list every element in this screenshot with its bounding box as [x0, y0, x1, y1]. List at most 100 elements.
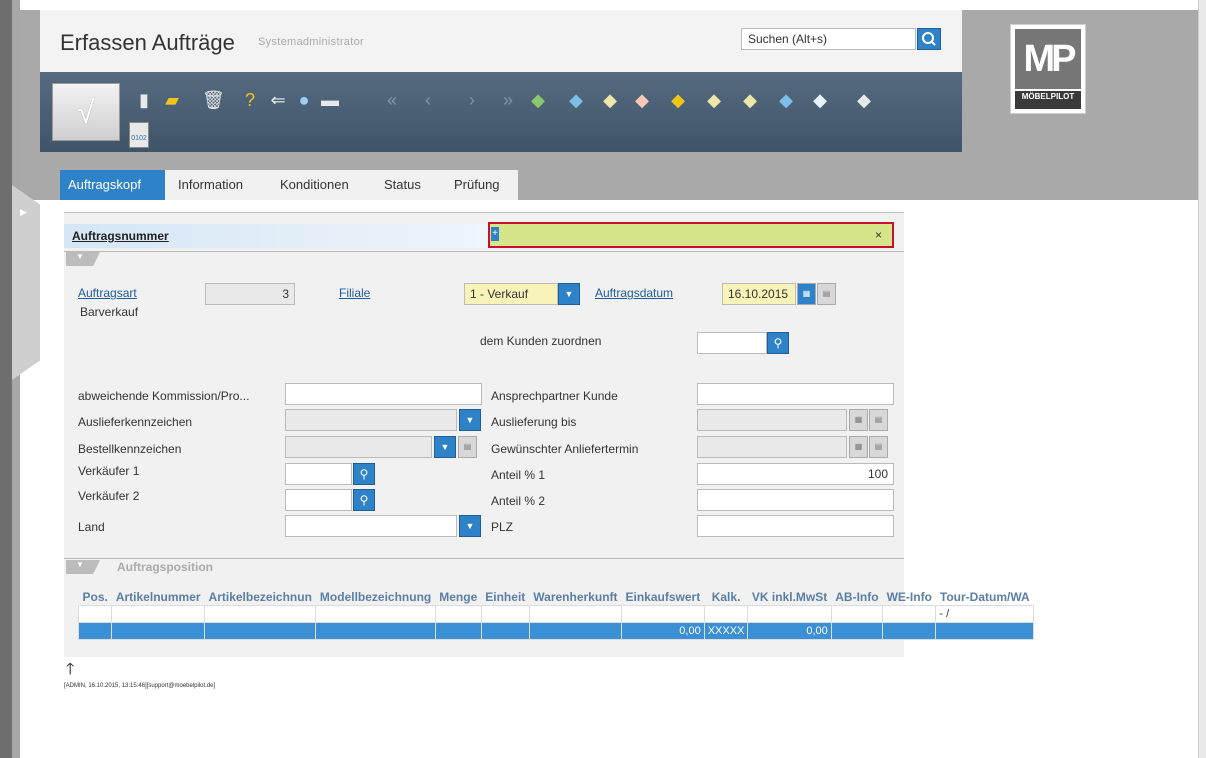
help-icon[interactable]: ?: [240, 89, 260, 111]
filiale-label[interactable]: Filiale: [339, 286, 370, 300]
folder-icon[interactable]: ◆: [668, 89, 688, 111]
toolbar: [40, 72, 962, 152]
calendar-clear-icon: ▤: [869, 436, 888, 458]
scroll-top-icon[interactable]: 🡑: [66, 658, 74, 685]
anliefertermin-label: Gewünschter Anliefertermin: [491, 442, 639, 456]
new-document-icon[interactable]: ▮: [134, 89, 154, 111]
auftragsart-description: Barverkauf: [80, 305, 139, 319]
tab-status[interactable]: Status: [376, 170, 429, 200]
plz-label: PLZ: [491, 520, 514, 534]
open-folder-icon[interactable]: ▰: [162, 89, 182, 111]
scrollbar[interactable]: [1198, 0, 1206, 758]
verkaeufer2-field[interactable]: [285, 489, 352, 511]
table-row[interactable]: - /: [77, 604, 1035, 623]
plz-field[interactable]: [697, 515, 894, 537]
search-input[interactable]: Suchen (Alt+s): [741, 28, 916, 50]
ansprechpartner-label: Ansprechpartner Kunde: [491, 389, 618, 403]
column-header[interactable]: WE-Info: [883, 589, 936, 605]
tab-konditionen[interactable]: Konditionen: [272, 170, 357, 200]
column-header[interactable]: Artikelnummer: [112, 589, 205, 605]
anteil1-label: Anteil % 1: [491, 468, 546, 482]
zoom-icon[interactable]: ●: [294, 89, 314, 111]
customer-icon[interactable]: ◆: [528, 89, 548, 111]
sum-row: 0,00 XXXXX 0,00: [77, 621, 1035, 640]
kommission-field[interactable]: [285, 383, 482, 405]
calculator-icon[interactable]: 0102: [129, 122, 149, 148]
column-header[interactable]: Einkaufswert: [622, 589, 705, 605]
tab-information[interactable]: Information: [170, 170, 251, 200]
transfer-icon[interactable]: ◆: [566, 89, 586, 111]
last-record-icon: »: [502, 90, 513, 110]
kommission-label: abweichende Kommission/Pro...: [78, 389, 250, 403]
column-header[interactable]: AB-Info: [831, 589, 882, 605]
mobile-icon[interactable]: ◆: [776, 89, 796, 111]
tour-cell: - /: [935, 604, 1035, 623]
check-icon: √: [77, 94, 95, 130]
land-select[interactable]: [285, 515, 457, 537]
document-red-icon[interactable]: ◆: [632, 89, 652, 111]
bestellkennzeichen-select[interactable]: [285, 436, 432, 458]
confirm-button[interactable]: √: [52, 83, 120, 141]
tab-auftragskopf[interactable]: Auftragskopf: [60, 170, 165, 200]
first-record-icon: «: [386, 90, 397, 110]
logo-mark: MP: [1015, 29, 1081, 89]
sum-einkaufswert: 0,00: [621, 621, 705, 640]
kunde-field[interactable]: [697, 332, 767, 354]
logo-brand: MÖBELPILOT: [1015, 91, 1081, 109]
auslieferkennzeichen-select[interactable]: [285, 409, 457, 431]
fax-icon[interactable]: ◆: [854, 89, 874, 111]
auftragsdatum-field[interactable]: 16.10.2015: [722, 283, 796, 305]
column-header[interactable]: VK inkl.MwSt: [748, 589, 831, 605]
verkaeufer1-search-icon[interactable]: ⚲: [353, 463, 375, 485]
verkaeufer2-search-icon[interactable]: ⚲: [353, 489, 375, 511]
import-icon[interactable]: ◆: [810, 89, 830, 111]
document-list-icon[interactable]: ◆: [600, 89, 620, 111]
column-header[interactable]: Warenherkunft: [529, 589, 621, 605]
column-header[interactable]: Tour-Datum/WA: [936, 589, 1034, 605]
anteil1-field[interactable]: 100: [697, 463, 894, 485]
cash-icon[interactable]: ◆: [704, 89, 724, 111]
column-header[interactable]: Menge: [435, 589, 481, 605]
order-number-label[interactable]: Auftragsnummer: [72, 229, 169, 243]
kunde-label: dem Kunden zuordnen: [480, 334, 602, 348]
divider: [64, 251, 904, 252]
back-icon[interactable]: ⇐: [268, 89, 288, 111]
verkaeufer2-label: Verkäufer 2: [78, 489, 140, 503]
sum-kalk: XXXXX: [703, 621, 749, 640]
auftragsdatum-label[interactable]: Auftragsdatum: [595, 286, 673, 300]
filiale-dropdown-button[interactable]: ▼: [558, 283, 580, 305]
chevron-down-icon: ▼: [76, 560, 84, 569]
report-icon[interactable]: ◆: [740, 89, 760, 111]
auslieferung-bis-field[interactable]: [697, 409, 847, 431]
positions-table: Pos. Artikelnummer Artikelbezeichnun Mod…: [77, 589, 1035, 640]
kunde-search-icon[interactable]: ⚲: [767, 332, 789, 354]
chevron-down-icon: ▼: [76, 252, 84, 261]
auslieferkennzeichen-dropdown-button[interactable]: ▼: [459, 409, 481, 431]
verkaeufer1-field[interactable]: [285, 463, 352, 485]
auftragsart-field[interactable]: 3: [205, 283, 295, 305]
order-number-input[interactable]: [488, 222, 894, 248]
column-header[interactable]: Einheit: [481, 589, 529, 605]
land-dropdown-button[interactable]: ▼: [459, 515, 481, 537]
ansprechpartner-field[interactable]: [697, 383, 894, 405]
print-icon[interactable]: ▬: [320, 89, 340, 111]
search-button[interactable]: [917, 28, 941, 50]
column-header[interactable]: Modellbezeichnung: [316, 589, 435, 605]
divider: [64, 212, 904, 213]
auslieferkennzeichen-label: Auslieferkennzeichen: [78, 415, 193, 429]
column-header[interactable]: Kalk.: [704, 589, 748, 605]
chevron-right-icon: ▶: [20, 207, 27, 217]
search-icon: [922, 32, 936, 46]
filiale-select[interactable]: 1 - Verkauf: [464, 283, 558, 305]
anteil2-field[interactable]: [697, 489, 894, 511]
calendar-icon[interactable]: ▦: [797, 283, 816, 305]
column-header[interactable]: Artikelbezeichnun: [205, 589, 316, 605]
sidebar-toggle[interactable]: ▶: [12, 185, 40, 380]
column-header[interactable]: Pos.: [79, 589, 112, 605]
bestellkennzeichen-dropdown-button[interactable]: ▼: [434, 436, 456, 458]
trash-icon[interactable]: 🗑: [202, 89, 225, 111]
auftragsart-label[interactable]: Auftragsart: [78, 286, 137, 300]
anliefertermin-field[interactable]: [697, 436, 847, 458]
tab-pruefung[interactable]: Prüfung: [446, 170, 508, 200]
clear-icon[interactable]: ×: [875, 228, 882, 242]
